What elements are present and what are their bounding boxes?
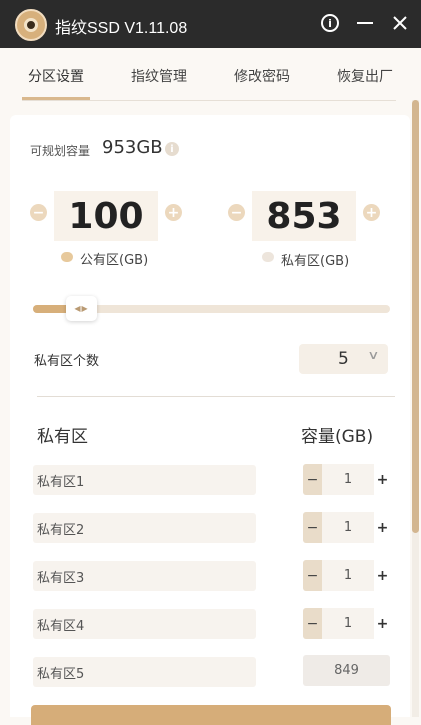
decrease-button[interactable]: −	[303, 608, 322, 639]
public-legend-label: 公有区(GB)	[80, 253, 149, 268]
info-icon[interactable]: i	[319, 12, 341, 34]
public-legend-swatch	[61, 252, 73, 262]
private-legend-label: 私有区(GB)	[281, 254, 350, 269]
partition-name-field-5[interactable]: 私有区5	[33, 657, 256, 687]
decrease-button[interactable]: −	[303, 512, 322, 543]
private-capacity-value: 853	[252, 191, 356, 241]
partition-capacity-stepper-2: − 1 +	[303, 512, 391, 543]
private-count-value: 5	[338, 349, 349, 369]
column-header-name: 私有区	[37, 427, 88, 447]
minimize-button[interactable]	[354, 12, 376, 34]
decrease-button[interactable]: −	[303, 464, 322, 495]
capacity-value: 953GB	[102, 137, 163, 158]
partition-slider-handle[interactable]: ◀▶	[66, 296, 97, 321]
tabs-divider	[22, 100, 396, 101]
private-increase-button[interactable]: +	[363, 204, 380, 221]
partition-name-field-3[interactable]: 私有区3	[33, 561, 256, 591]
increase-button[interactable]: +	[374, 512, 391, 543]
tab-fingerprint-management[interactable]: 指纹管理	[131, 66, 187, 86]
close-button[interactable]	[389, 12, 411, 34]
increase-button[interactable]: +	[374, 560, 391, 591]
private-count-label: 私有区个数	[34, 354, 100, 369]
public-increase-button[interactable]: +	[165, 204, 182, 221]
private-legend-swatch	[262, 252, 274, 262]
app-title: 指纹SSD V1.11.08	[55, 20, 188, 37]
scrollbar-thumb[interactable]	[412, 100, 419, 533]
capacity-input[interactable]: 1	[322, 560, 374, 591]
partition-name-field-1[interactable]: 私有区1	[33, 465, 256, 495]
decrease-button[interactable]: −	[303, 560, 322, 591]
minimize-icon	[357, 22, 373, 24]
apply-button[interactable]	[31, 705, 391, 725]
private-decrease-button[interactable]: −	[228, 204, 245, 221]
capacity-input[interactable]: 1	[322, 464, 374, 495]
partition-name-field-4[interactable]: 私有区4	[33, 609, 256, 639]
tab-factory-reset[interactable]: 恢复出厂	[337, 66, 393, 86]
capacity-info-icon[interactable]: i	[165, 142, 179, 156]
chevron-down-icon: ∨	[367, 348, 380, 362]
tab-partition-settings[interactable]: 分区设置	[28, 66, 84, 86]
public-decrease-button[interactable]: −	[30, 204, 47, 221]
partition-name-field-2[interactable]: 私有区2	[33, 513, 256, 543]
app-logo-icon	[15, 9, 47, 41]
title-bar: 指纹SSD V1.11.08 i	[0, 0, 421, 48]
close-icon	[393, 16, 407, 30]
column-header-capacity: 容量(GB)	[301, 427, 374, 447]
partition-capacity-stepper-1: − 1 +	[303, 464, 391, 495]
tab-change-password[interactable]: 修改密码	[234, 66, 290, 86]
public-capacity-value: 100	[54, 191, 158, 241]
capacity-input[interactable]: 1	[322, 512, 374, 543]
capacity-label: 可规划容量	[30, 144, 91, 158]
tab-bar: 分区设置 指纹管理 修改密码 恢复出厂	[0, 48, 421, 102]
partition-capacity-stepper-3: − 1 +	[303, 560, 391, 591]
partition-capacity-readonly-5: 849	[303, 655, 390, 686]
partition-capacity-stepper-4: − 1 +	[303, 608, 391, 639]
increase-button[interactable]: +	[374, 464, 391, 495]
section-divider	[37, 396, 395, 397]
increase-button[interactable]: +	[374, 608, 391, 639]
capacity-input[interactable]: 1	[322, 608, 374, 639]
